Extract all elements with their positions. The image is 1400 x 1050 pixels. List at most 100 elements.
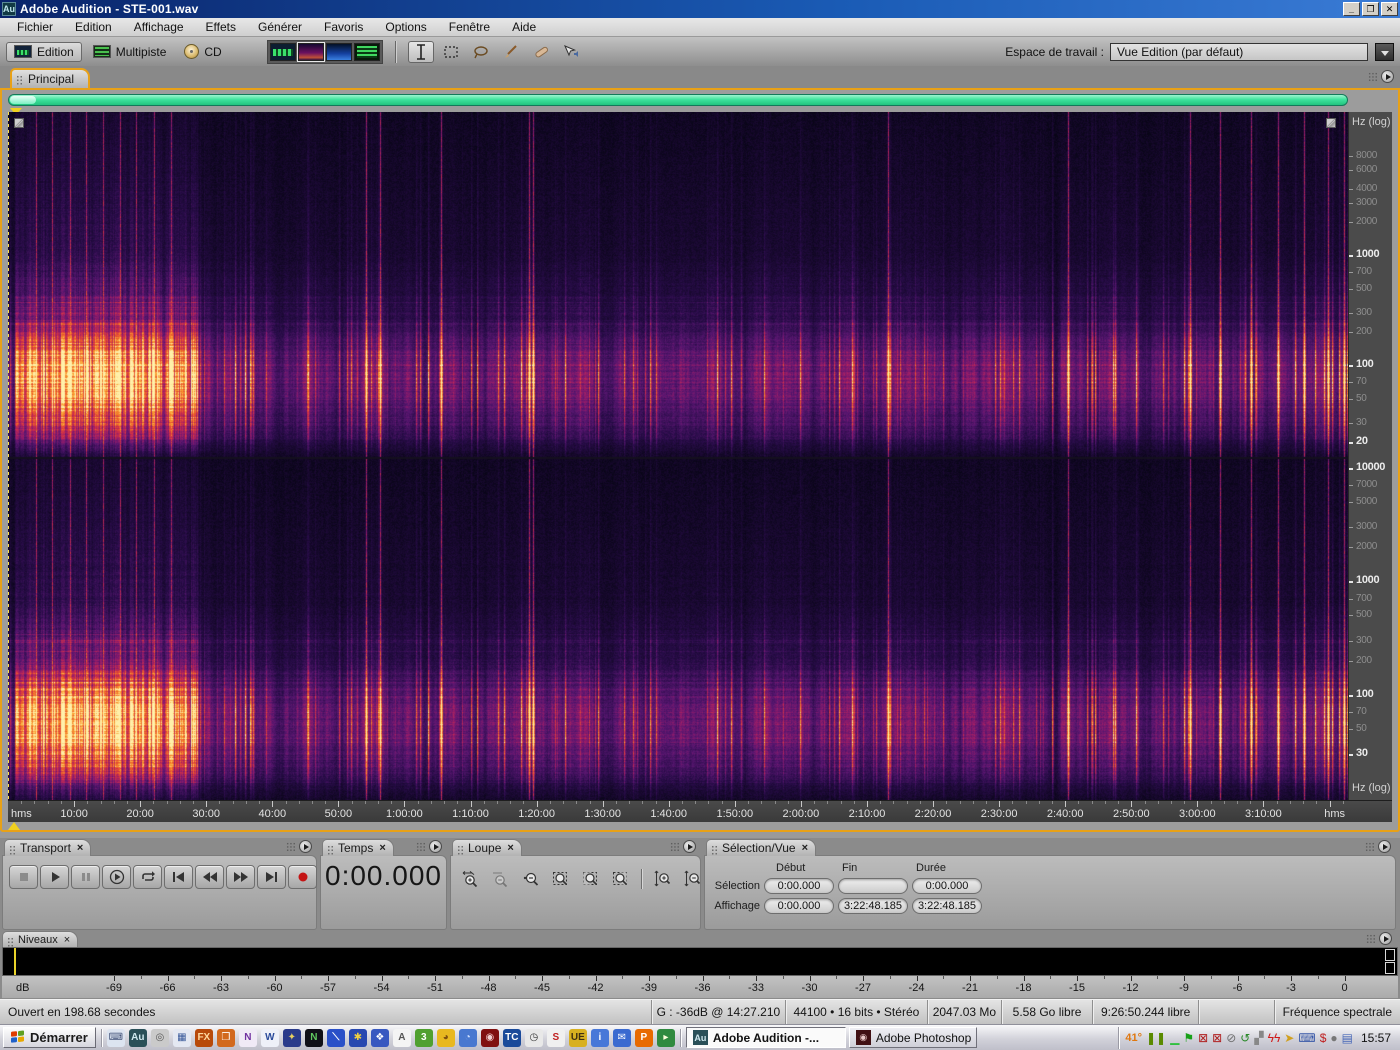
play-looped-button[interactable] (133, 865, 162, 889)
zoom-menu-button[interactable] (683, 840, 696, 853)
play-from-cursor-button[interactable] (102, 865, 131, 889)
close-tab-icon[interactable]: × (802, 842, 808, 854)
menu-aide[interactable]: Aide (501, 19, 547, 35)
minimize-button[interactable]: _ (1343, 2, 1360, 16)
netscape-icon[interactable]: N (304, 1028, 323, 1047)
network-offline-icon-2[interactable]: ⊠ (1212, 1032, 1222, 1044)
globe-blue-icon[interactable]: ◔ (458, 1028, 477, 1047)
corner-grabber-right-icon[interactable] (1326, 118, 1336, 128)
thunderbird-icon[interactable]: ✉ (612, 1028, 631, 1047)
workspace-select[interactable]: Vue Edition (par défaut) (1110, 42, 1368, 61)
clip-indicator-right[interactable] (1385, 962, 1395, 974)
calculator-icon[interactable]: ▦ (172, 1028, 191, 1047)
pause-button[interactable] (71, 865, 100, 889)
menu-favoris[interactable]: Favoris (313, 19, 374, 35)
clipboard-tray-icon[interactable]: ▤ (1342, 1032, 1353, 1044)
close-tab-icon[interactable]: × (507, 842, 513, 854)
network-offline-icon[interactable]: ⊠ (1198, 1032, 1208, 1044)
blocked-device-icon[interactable]: ⊘ (1226, 1032, 1236, 1044)
spectrogram-canvas[interactable] (8, 112, 1348, 800)
transport-menu-button[interactable] (299, 840, 312, 853)
selection-view-menu-button[interactable] (1378, 840, 1391, 853)
record-button[interactable] (288, 865, 317, 889)
keyboard-icon[interactable]: ⌨ (106, 1028, 125, 1047)
menu-edition[interactable]: Edition (64, 19, 123, 35)
start-button[interactable]: Démarrer (3, 1027, 96, 1048)
mp3-tool-icon[interactable]: 3 (414, 1028, 433, 1047)
sbp-icon[interactable]: S (546, 1028, 565, 1047)
media-player-icon[interactable]: ▸ (656, 1028, 675, 1047)
word-icon[interactable]: W (260, 1028, 279, 1047)
selection-start-field[interactable]: 0:00.000 (764, 878, 834, 894)
selection-view-tab[interactable]: Sélection/Vue × (706, 839, 817, 856)
rewind-button[interactable] (195, 865, 224, 889)
menu-affichage[interactable]: Affichage (123, 19, 195, 35)
spot-healing-tool[interactable] (528, 41, 554, 63)
clip-indicator-left[interactable] (1385, 949, 1395, 961)
playhead-marker-bottom[interactable] (8, 816, 20, 830)
pdf-icon[interactable]: P (634, 1028, 653, 1047)
close-tab-icon[interactable]: × (64, 934, 70, 946)
messenger-icon[interactable]: i (590, 1028, 609, 1047)
fast-forward-button[interactable] (226, 865, 255, 889)
fx-icon[interactable]: FX (194, 1028, 213, 1047)
cd-view-button[interactable]: CD (177, 42, 228, 61)
lasso-selection-tool[interactable] (468, 41, 494, 63)
menu-effets[interactable]: Effets (195, 19, 247, 35)
xp-tweak-icon[interactable]: ✱ (348, 1028, 367, 1047)
time-ruler[interactable]: 10:00 20:00 30:00 40:00 50:00 1:00:00 1:10:00 1… (8, 800, 1348, 822)
cat-tray-icon[interactable]: ▞ (1254, 1032, 1263, 1044)
av-lightning-icon[interactable]: ϟϟ (1268, 1032, 1281, 1044)
globe-yellow-icon[interactable]: ◕ (436, 1028, 455, 1047)
cursor-tray-icon[interactable]: ➤ (1284, 1032, 1294, 1044)
close-button[interactable]: ✕ (1381, 2, 1398, 16)
corner-grabber-left-icon[interactable] (14, 118, 24, 128)
close-tab-icon[interactable]: × (379, 842, 385, 854)
task-button-audition[interactable]: Au Adobe Audition -... (685, 1027, 846, 1048)
view-duration-field[interactable]: 3:22:48.185 (912, 898, 982, 914)
zoom-tab[interactable]: Loupe × (452, 839, 522, 856)
menu-generer[interactable]: Générer (247, 19, 313, 35)
equalizer-tray-icon[interactable]: ❚❚ (1146, 1032, 1166, 1044)
wordpad-icon[interactable]: A (392, 1028, 411, 1047)
time-display[interactable]: 0:00.000 (320, 860, 447, 892)
frequency-scale[interactable]: 8000 6000 4000 3000 2000 1000 700 500 300 200 100 7… (1348, 112, 1392, 800)
time-menu-button[interactable] (429, 840, 442, 853)
selection-end-field[interactable] (838, 878, 908, 894)
restore-button[interactable]: ❐ (1362, 2, 1379, 16)
zoom-out-full-button[interactable] (518, 868, 544, 890)
planet-icon[interactable]: ✦ (282, 1028, 301, 1047)
view-start-field[interactable]: 0:00.000 (764, 898, 834, 914)
zoom-out-vertical-button[interactable] (679, 868, 705, 890)
waveform-display-button[interactable] (269, 42, 296, 61)
zoom-selection-right-button[interactable] (608, 868, 634, 890)
blue-doc-icon[interactable]: ❖ (370, 1028, 389, 1047)
play-button[interactable] (40, 865, 69, 889)
zoom-in-vertical-button[interactable] (649, 868, 675, 890)
horizontal-scroll-navigator[interactable] (8, 94, 1348, 106)
workspace-dropdown-arrow[interactable] (1375, 42, 1394, 61)
winamp-icon[interactable]: ◎ (150, 1028, 169, 1047)
bridge-icon[interactable]: ❒ (216, 1028, 235, 1047)
stop-button[interactable] (9, 865, 38, 889)
zoom-to-selection-button[interactable] (548, 868, 574, 890)
multitrack-view-button[interactable]: Multipiste (86, 43, 174, 61)
task-button-photoshop[interactable]: ◉ Adobe Photoshop (848, 1027, 977, 1048)
minimized-strip-icon[interactable]: ▁ (1170, 1032, 1179, 1044)
menu-fenetre[interactable]: Fenêtre (438, 19, 501, 35)
scrub-tool[interactable] (558, 41, 584, 63)
zoom-out-horizontal-button[interactable] (488, 868, 514, 890)
go-to-start-button[interactable] (164, 865, 193, 889)
onenote-icon[interactable]: N (238, 1028, 257, 1047)
spectral-display-button[interactable] (296, 41, 325, 62)
close-tab-icon[interactable]: × (77, 842, 83, 854)
zoom-selection-left-button[interactable] (578, 868, 604, 890)
edit-view-button[interactable]: Edition (6, 41, 82, 62)
transport-tab[interactable]: Transport × (4, 839, 92, 856)
menu-options[interactable]: Options (374, 19, 437, 35)
levels-menu-button[interactable] (1379, 932, 1392, 945)
view-end-field[interactable]: 3:22:48.185 (838, 898, 908, 914)
time-selection-tool[interactable] (407, 40, 434, 63)
phase-display-button[interactable] (325, 42, 352, 61)
file-tab-principal[interactable]: Principal (10, 68, 91, 88)
